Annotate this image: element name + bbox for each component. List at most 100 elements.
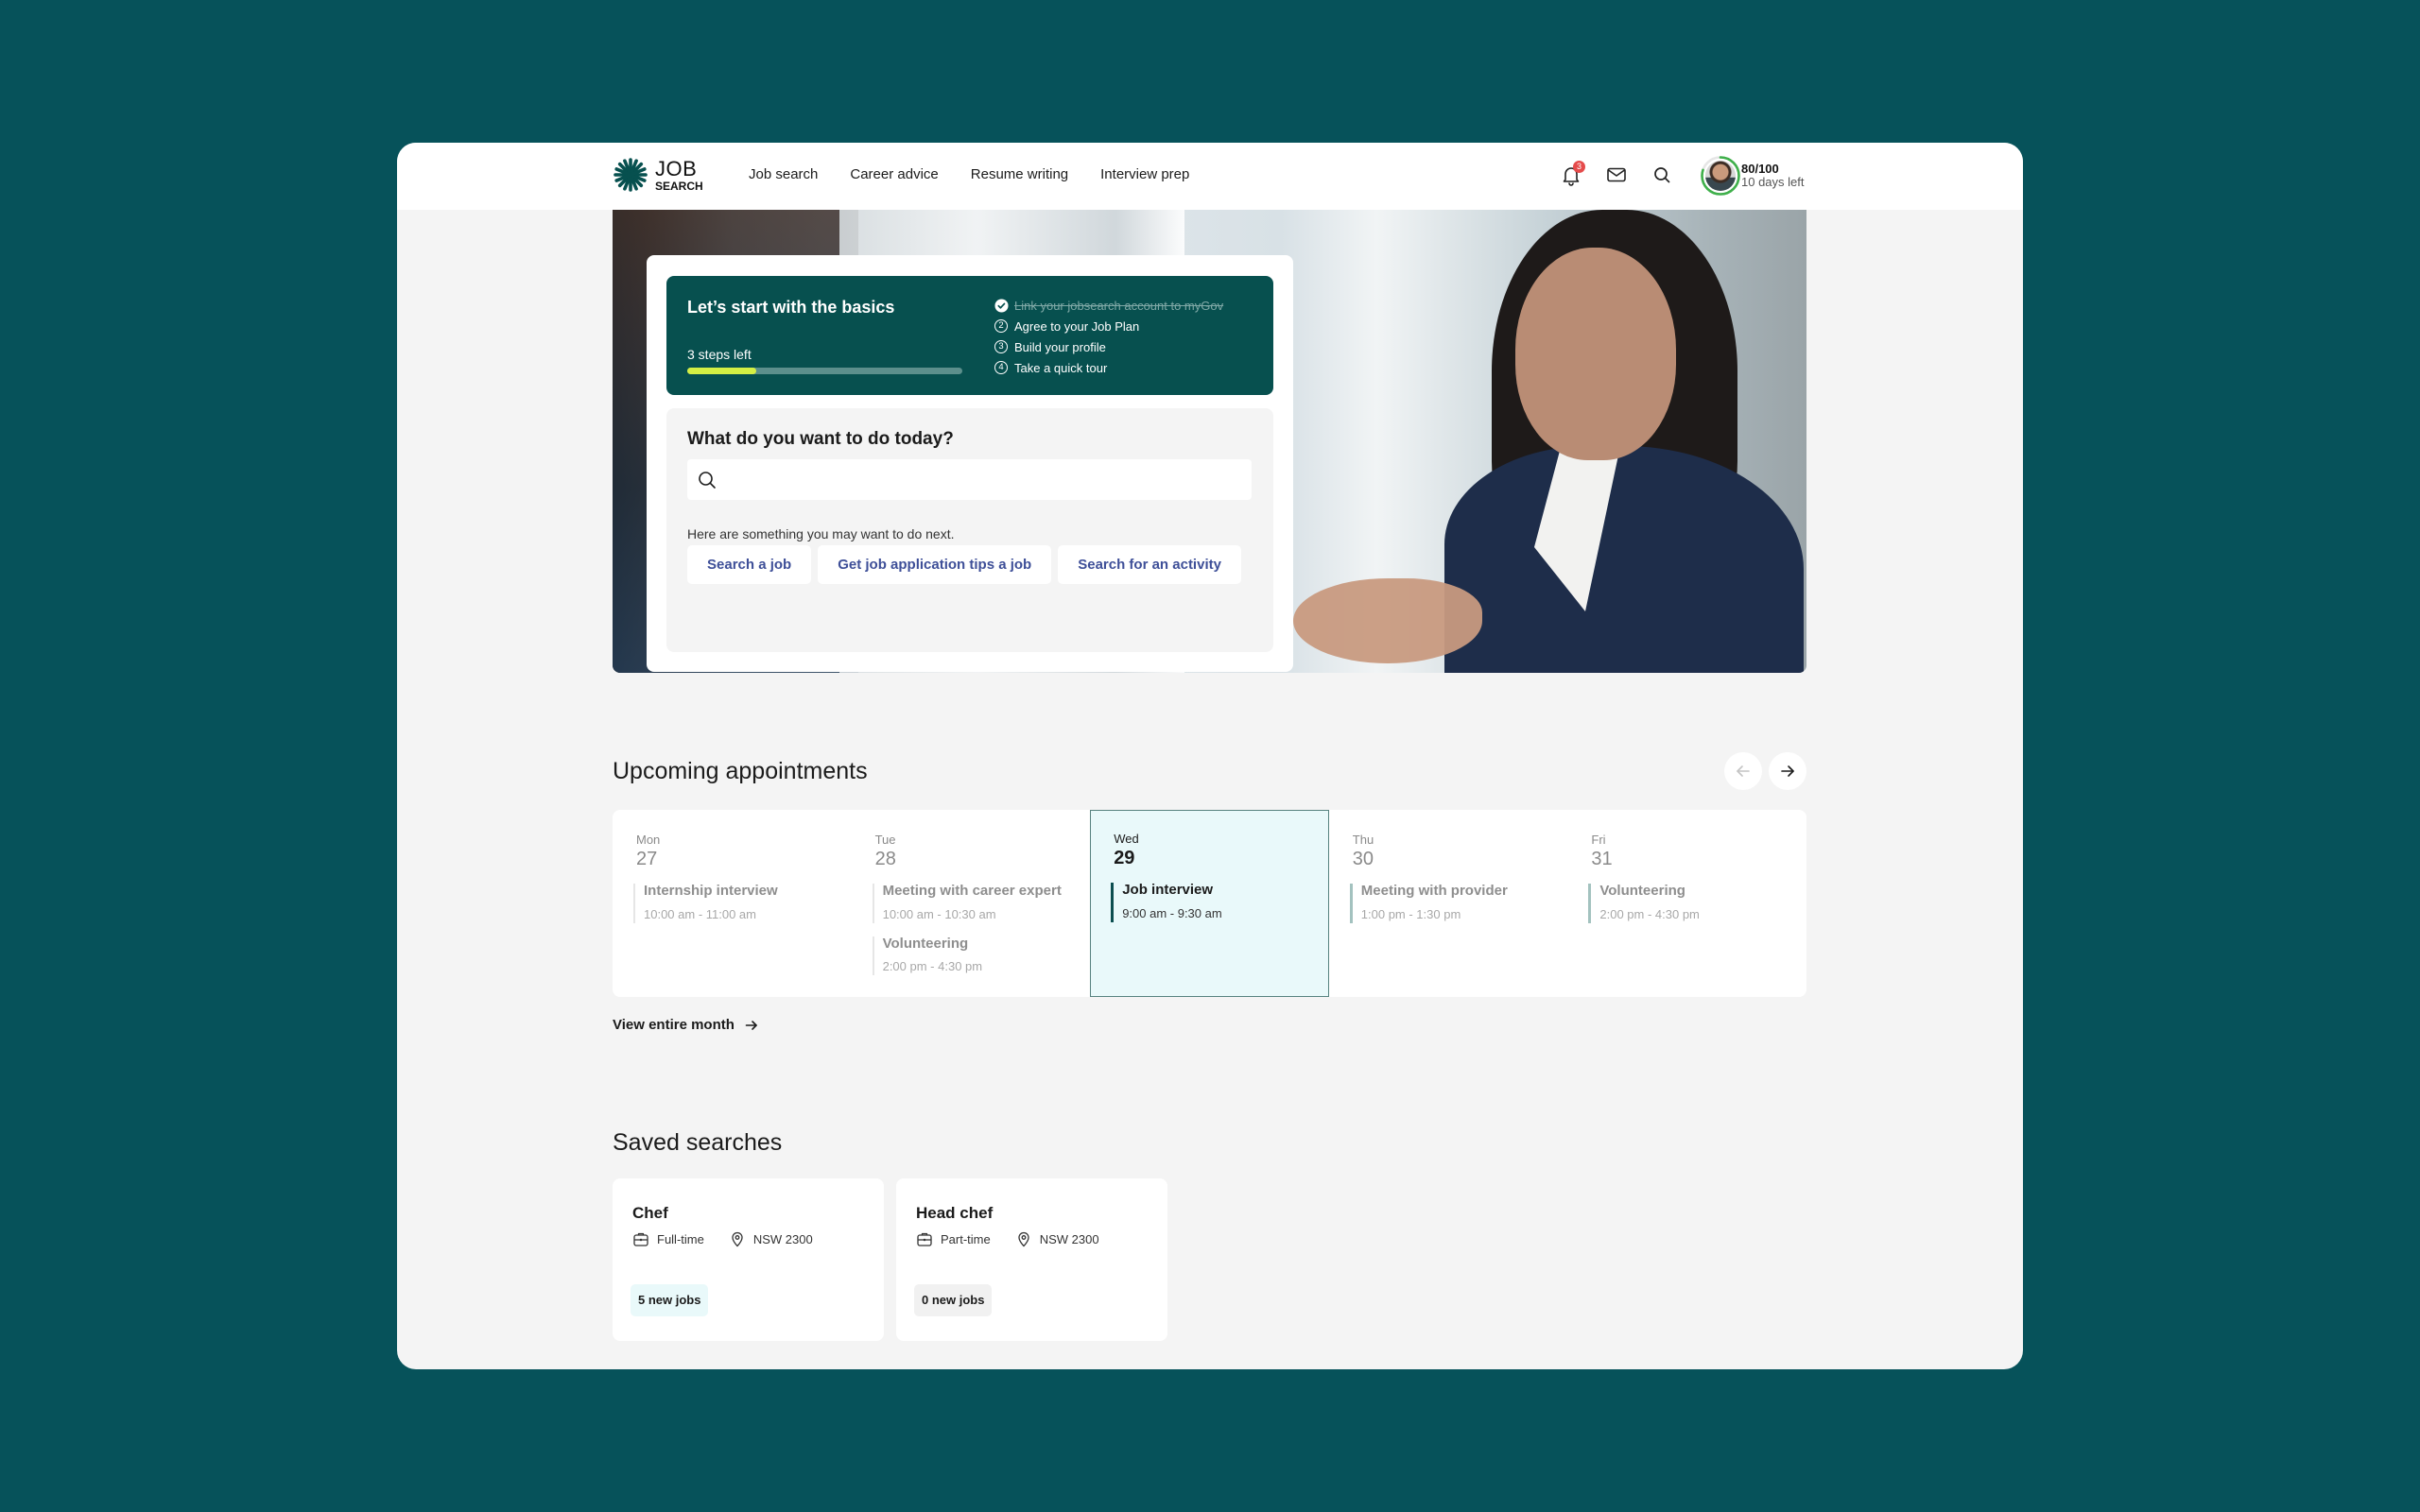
job-type: Part-time [941, 1231, 991, 1246]
day-column-wed-selected[interactable]: Wed 29 Job interview 9:00 am - 9:30 am [1090, 810, 1329, 997]
appointment-time: 1:00 pm - 1:30 pm [1360, 906, 1461, 921]
day-date: 30 [1352, 849, 1374, 869]
day-name: Wed [1114, 832, 1139, 846]
hero-banner: Let’s start with the basics 3 steps left… [613, 210, 1806, 673]
hero-card: Let’s start with the basics 3 steps left… [647, 255, 1293, 672]
hero-photo-person-face [1515, 248, 1676, 460]
appointment-title: Meeting with provider [1360, 883, 1508, 899]
profile-menu[interactable]: 80/100 10 days left [1700, 155, 1805, 197]
day-name: Tue [874, 833, 896, 847]
search-icon [1654, 167, 1670, 183]
checklist-item-build-profile[interactable]: 3 Build your profile [994, 336, 1223, 357]
job-location: NSW 2300 [1039, 1231, 1099, 1246]
checklist-item-label: Take a quick tour [1014, 360, 1108, 375]
notifications-button[interactable]: 3 [1560, 161, 1585, 186]
onboarding-panel: Let’s start with the basics 3 steps left… [666, 276, 1273, 395]
new-jobs-badge: 0 new jobs [914, 1284, 993, 1316]
step-number-icon: 4 [994, 361, 1008, 374]
checklist-item-link-mygov[interactable]: Link your jobsearch account to myGov [994, 295, 1223, 316]
saved-search-card[interactable]: Chef Full-time NSW 2300 5 new jobs [613, 1178, 884, 1341]
saved-search-meta: Part-time NSW 2300 [916, 1230, 1099, 1247]
todo-title: What do you want to do today? [687, 429, 954, 449]
appointment-title: Volunteering [882, 935, 969, 952]
appointment-item[interactable]: Volunteering 2:00 pm - 4:30 pm [872, 935, 1091, 975]
location-pin-icon [1018, 1231, 1029, 1247]
checklist-item-label: Agree to your Job Plan [1014, 318, 1140, 334]
onboarding-title: Let’s start with the basics [687, 298, 895, 317]
profile-days-left: 10 days left [1741, 175, 1805, 189]
view-month-label: View entire month [613, 1017, 735, 1033]
suggestion-chips: Search a job Get job application tips a … [687, 545, 1241, 584]
arrow-left-icon [1737, 765, 1750, 777]
nav-resume-writing[interactable]: Resume writing [971, 166, 1068, 182]
profile-score: 80/100 [1741, 161, 1779, 176]
appointments-heading: Upcoming appointments [613, 758, 868, 784]
day-date: 31 [1591, 849, 1613, 869]
logo-wordmark: JOB SEARCH [655, 156, 703, 193]
appointment-item[interactable]: Meeting with career expert 10:00 am - 10… [872, 883, 1091, 923]
todo-search-input[interactable] [687, 459, 1252, 500]
briefcase-icon [633, 1232, 648, 1246]
arrow-right-icon [745, 1020, 757, 1030]
appointment-time: 2:00 pm - 4:30 pm [882, 959, 983, 973]
checklist-item-quick-tour[interactable]: 4 Take a quick tour [994, 357, 1223, 378]
onboarding-progress-fill [687, 368, 756, 374]
appointment-item[interactable]: Volunteering 2:00 pm - 4:30 pm [1588, 883, 1806, 923]
day-column-tue[interactable]: Tue 28 Meeting with career expert 10:00 … [852, 810, 1091, 997]
appointments-week: Mon 27 Internship interview 10:00 am - 1… [613, 810, 1806, 997]
onboarding-checklist: Link your jobsearch account to myGov 2 A… [994, 295, 1223, 378]
appointment-item[interactable]: Meeting with provider 1:00 pm - 1:30 pm [1349, 883, 1568, 923]
day-column-fri[interactable]: Fri 31 Volunteering 2:00 pm - 4:30 pm [1567, 810, 1806, 997]
day-name: Thu [1352, 833, 1374, 847]
app-window: JOB SEARCH Job search Career advice Resu… [397, 143, 2023, 1369]
saved-search-card[interactable]: Head chef Part-time NSW 2300 0 new jobs [896, 1178, 1167, 1341]
appointment-time: 10:00 am - 10:30 am [882, 906, 996, 921]
messages-button[interactable] [1605, 163, 1628, 186]
avatar [1705, 161, 1736, 191]
chip-application-tips[interactable]: Get job application tips a job [818, 545, 1052, 584]
starburst-logo-icon [614, 158, 648, 192]
appointment-title: Job interview [1122, 882, 1214, 898]
logo-line-1: JOB [655, 156, 698, 180]
appointment-item[interactable]: Job interview 9:00 am - 9:30 am [1111, 882, 1328, 922]
saved-searches-list: Chef Full-time NSW 2300 5 new jobs Head … [613, 1178, 1167, 1341]
day-column-thu[interactable]: Thu 30 Meeting with provider 1:00 pm - 1… [1329, 810, 1568, 997]
nav-career-advice[interactable]: Career advice [850, 166, 938, 182]
checklist-item-label: Build your profile [1014, 339, 1106, 354]
logo-line-2: SEARCH [655, 179, 703, 193]
top-nav-bar: JOB SEARCH Job search Career advice Resu… [397, 143, 2023, 210]
logo[interactable]: JOB SEARCH [613, 157, 703, 193]
appointments-next-button[interactable] [1769, 752, 1806, 790]
saved-search-meta: Full-time NSW 2300 [632, 1230, 813, 1247]
day-column-mon[interactable]: Mon 27 Internship interview 10:00 am - 1… [613, 810, 852, 997]
chip-search-activity[interactable]: Search for an activity [1058, 545, 1241, 584]
view-entire-month-link[interactable]: View entire month [613, 1017, 759, 1033]
appointment-item[interactable]: Internship interview 10:00 am - 11:00 am [633, 883, 852, 923]
step-number-icon: 3 [994, 340, 1008, 353]
onboarding-progress-bar [687, 368, 962, 374]
appointment-title: Volunteering [1599, 883, 1685, 899]
check-circle-icon [994, 298, 1009, 313]
arrow-right-icon [1781, 765, 1794, 777]
day-date: 29 [1114, 848, 1135, 868]
saved-search-title: Chef [632, 1204, 668, 1222]
day-name: Fri [1591, 833, 1606, 847]
appointment-time: 2:00 pm - 4:30 pm [1599, 906, 1700, 921]
notification-count-badge: 3 [1573, 161, 1585, 173]
saved-search-title: Head chef [916, 1204, 994, 1222]
chip-search-a-job[interactable]: Search a job [687, 545, 812, 584]
location-pin-icon [732, 1231, 743, 1247]
header-search-button[interactable] [1651, 163, 1673, 186]
step-number-icon: 2 [994, 319, 1008, 333]
appointment-time: 10:00 am - 11:00 am [644, 906, 756, 921]
appointments-prev-button[interactable] [1724, 752, 1762, 790]
nav-job-search[interactable]: Job search [749, 166, 818, 182]
steps-left-label: 3 steps left [687, 347, 752, 362]
nav-interview-prep[interactable]: Interview prep [1100, 166, 1189, 182]
appointment-title: Internship interview [644, 883, 778, 899]
appointment-title: Meeting with career expert [882, 883, 1062, 899]
hero-photo-person-jacket [1444, 446, 1804, 673]
mail-icon [1607, 167, 1626, 182]
hero-photo-person-hand [1293, 578, 1482, 663]
checklist-item-job-plan[interactable]: 2 Agree to your Job Plan [994, 316, 1223, 336]
